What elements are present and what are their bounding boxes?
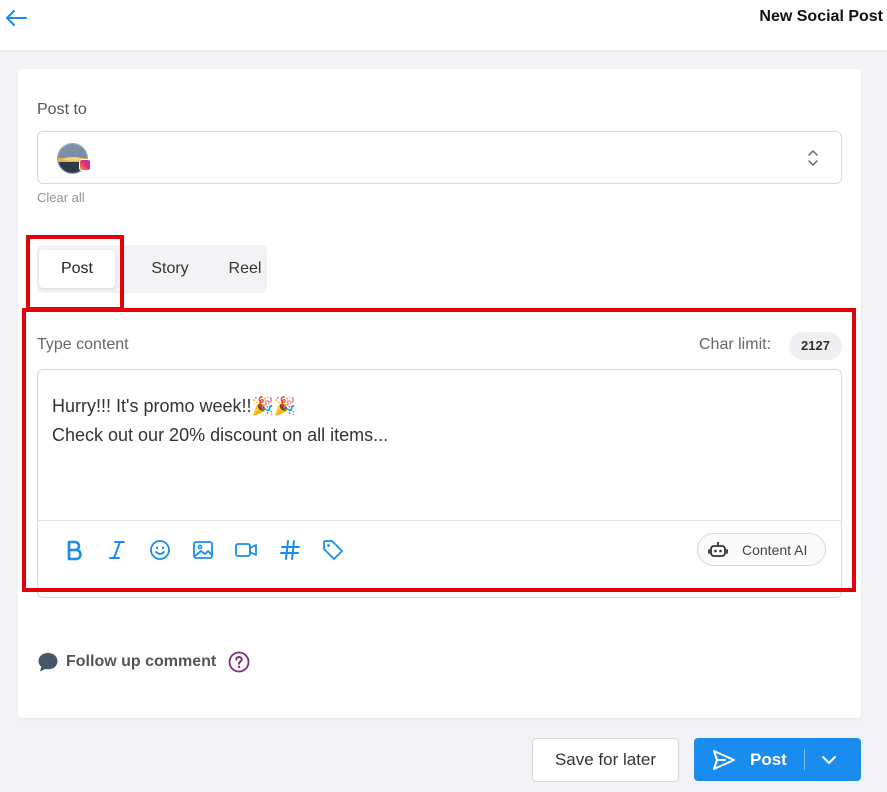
tab-post[interactable]: Post	[39, 250, 115, 288]
image-icon[interactable]	[191, 538, 215, 562]
post-button-divider	[804, 749, 805, 770]
account-selector[interactable]	[37, 131, 842, 184]
content-line-2: Check out our 20% discount on all items.…	[52, 425, 389, 445]
tab-reel[interactable]: Reel	[209, 250, 281, 288]
send-icon	[713, 750, 735, 770]
post-type-tabs: Post Story Reel	[37, 245, 267, 293]
post-button[interactable]: Post	[694, 738, 861, 781]
content-ai-label: Content AI	[742, 542, 808, 558]
instagram-icon	[79, 159, 91, 171]
hashtag-icon[interactable]	[278, 538, 302, 562]
chevron-up-down-icon	[808, 150, 818, 166]
content-ai-button[interactable]: Content AI	[697, 533, 826, 566]
post-button-label: Post	[750, 750, 787, 769]
content-line-1: Hurry!!! It's promo week!!🎉🎉	[52, 396, 297, 416]
help-icon[interactable]	[228, 651, 250, 673]
bold-icon[interactable]	[62, 538, 86, 562]
emoji-icon[interactable]	[148, 538, 172, 562]
top-bar: New Social Post	[0, 0, 887, 50]
formatting-toolbar: Content AI	[38, 520, 841, 597]
char-limit-badge: 2127	[789, 332, 842, 360]
post-editor-card: Post to Clear all Post Story Reel Type c…	[18, 69, 861, 718]
content-editor[interactable]: Hurry!!! It's promo week!!🎉🎉 Check out o…	[37, 369, 842, 598]
type-content-label: Type content	[37, 336, 129, 353]
clear-all-link[interactable]: Clear all	[37, 190, 85, 205]
chevron-down-icon[interactable]	[820, 751, 838, 769]
post-to-label: Post to	[37, 101, 87, 118]
content-text[interactable]: Hurry!!! It's promo week!!🎉🎉 Check out o…	[52, 392, 812, 450]
back-arrow-icon[interactable]	[4, 8, 28, 28]
tag-icon[interactable]	[321, 538, 345, 562]
follow-up-label: Follow up comment	[66, 653, 217, 670]
char-limit-label: Char limit:	[699, 336, 772, 353]
tab-story[interactable]: Story	[132, 250, 208, 288]
robot-icon	[708, 542, 728, 557]
chat-bubble-icon	[38, 653, 58, 672]
save-for-later-button[interactable]: Save for later	[532, 738, 679, 782]
video-icon[interactable]	[234, 538, 258, 562]
page-title: New Social Post	[759, 8, 883, 25]
italic-icon[interactable]	[105, 538, 129, 562]
